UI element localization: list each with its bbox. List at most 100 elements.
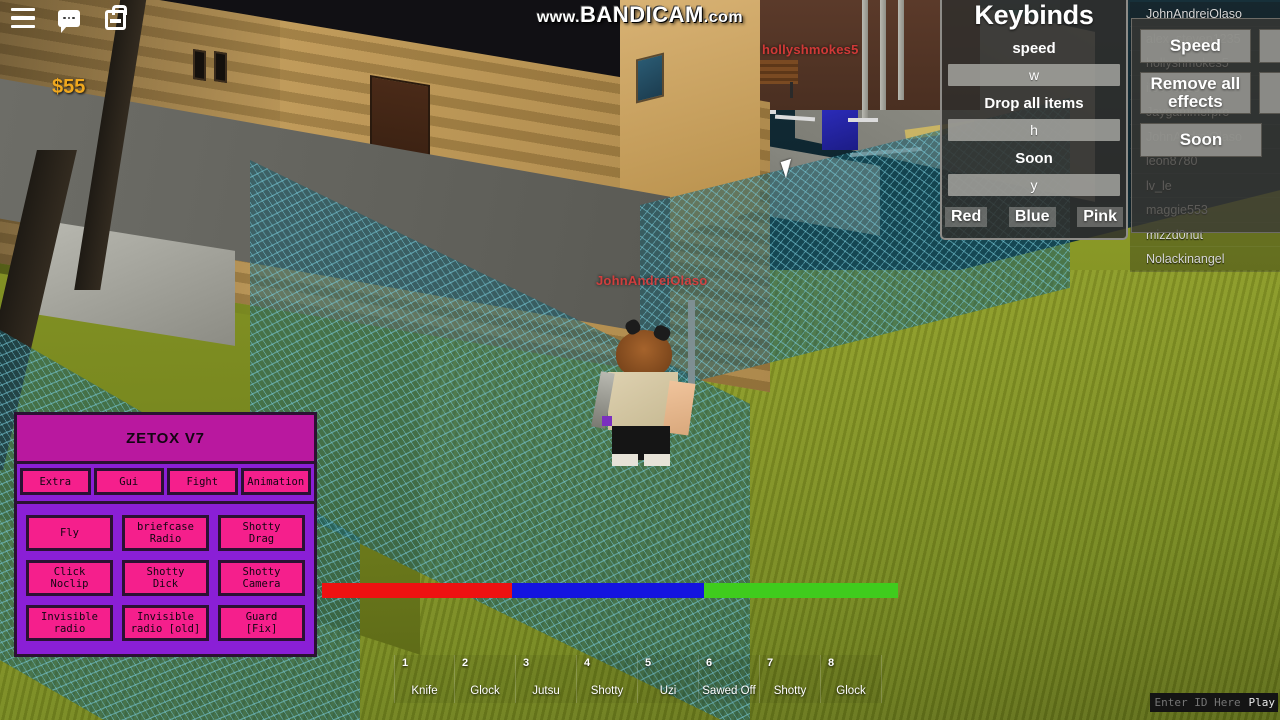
zetox-panel: ZETOX V7 Extra Gui Fight Animation Fly b… [14,412,317,657]
zetox-title: ZETOX V7 [17,415,314,464]
keybind-label-speed: speed [1012,40,1056,57]
scene-window [193,48,206,82]
hotbar-slot-2[interactable]: 2 Glock [455,655,516,703]
roblox-topbar [8,4,130,33]
scene-pole [862,0,868,120]
cash-display: $55 [52,76,86,98]
tab-extra[interactable]: Extra [20,468,91,495]
keybinds-panel: Keybinds speed w Drop all items h Soon y… [940,0,1128,240]
speed-button[interactable]: Speed [1140,29,1251,63]
zetox-button-shotty-camera[interactable]: Shotty Camera [218,560,305,596]
character-shoe [644,454,670,466]
chat-dot [72,16,75,20]
zetox-button-invisible-radio[interactable]: Invisible radio [26,605,113,641]
scene-window [636,52,664,104]
hotbar-slot-number: 8 [828,657,835,669]
keybind-label-drop-all-items: Drop all items [984,95,1084,112]
hotbar-slot-number: 1 [402,657,409,669]
zetox-button-briefcase-radio[interactable]: briefcase Radio [122,515,209,551]
chat-dot [67,16,71,20]
world-nametag: JohnAndreiOlaso [596,273,708,288]
soon-button[interactable]: Soon [1140,122,1262,157]
chat-bubble-shape [58,9,80,33]
hamburger-menu-icon[interactable] [8,4,38,32]
zetox-button-click-noclip[interactable]: Click Noclip [26,560,113,596]
hotbar-slot-7[interactable]: 7 Shotty [760,655,821,703]
offscreen-button[interactable] [1258,29,1280,63]
scene-pole [898,0,904,100]
hotbar-slot-label: Sawed Off [702,685,756,697]
scene-window [214,50,227,84]
hamburger-line [11,24,35,29]
color-bar-green[interactable] [704,583,898,598]
character-shoe [612,454,638,466]
hotbar-slot-3[interactable]: 3 Jutsu [516,655,577,703]
scene-pole [880,0,886,110]
hotbar-slot-label: Glock [836,685,866,697]
backpack-icon[interactable] [100,4,130,32]
keybinds-title: Keybinds [974,0,1094,30]
hamburger-line [11,16,35,20]
id-input[interactable] [1149,693,1246,712]
zetox-tab-row: Extra Gui Fight Animation [17,464,314,495]
backpack-shape [104,5,127,30]
hotbar-slot-number: 5 [645,657,652,669]
side-button-panel: Speed Remove all effects Soon [1131,18,1280,233]
zetox-button-shotty-dick[interactable]: Shotty Dick [122,560,209,596]
zetox-button-grid: Fly briefcase Radio Shotty Drag Click Nocli… [17,504,314,654]
scene-marking [848,118,878,122]
color-bar-blue[interactable] [512,583,704,598]
zetox-button-invisible-radio-old[interactable]: Invisible radio [old] [122,605,209,641]
hotbar-slot-label: Uzi [659,685,677,697]
scene-bench-leg [790,82,793,98]
tab-gui[interactable]: Gui [93,468,164,495]
hotbar-slot-1[interactable]: 1 Knife [394,655,455,703]
player-list-item[interactable]: Nolackinangel [1130,247,1280,272]
chat-bubble-icon[interactable] [54,4,84,33]
zetox-button-guard-fix[interactable]: Guard [Fix] [218,605,305,641]
remove-all-effects-button[interactable]: Remove all effects [1140,72,1251,114]
color-button-blue[interactable]: Blue [1008,207,1056,227]
play-button[interactable]: Play [1245,693,1278,712]
chat-dot [63,16,66,20]
hotbar-slot-label: Knife [411,685,438,697]
tab-animation[interactable]: Animation [240,468,311,495]
hotbar-slot-number: 7 [767,657,774,669]
hamburger-line [11,7,35,12]
hotbar-slot-label: Shotty [773,685,807,697]
hotbar-slot-label: Jutsu [532,685,560,697]
character-accessory [602,416,612,426]
color-button-red[interactable]: Red [945,207,988,227]
keybind-input-soon[interactable]: y [948,174,1120,196]
music-id-bar: Play [1149,693,1278,712]
color-button-pink[interactable]: Pink [1077,207,1123,227]
offscreen-button[interactable] [1258,72,1280,114]
hotbar-slot-8[interactable]: 8 Glock [821,655,882,703]
keybinds-color-row: Red Blue Pink [945,207,1123,227]
color-bar-red[interactable] [322,583,512,598]
keybind-label-soon: Soon [1015,150,1053,167]
hotbar: 1 Knife 2 Glock 3 Jutsu 4 Shotty 5 Uzi 6… [394,655,882,703]
color-bar-group [322,583,898,598]
keybind-input-drop-all-items[interactable]: h [948,119,1120,141]
zetox-button-shotty-drag[interactable]: Shotty Drag [218,515,305,551]
hotbar-slot-number: 2 [462,657,469,669]
hotbar-slot-6[interactable]: 6 Sawed Off [699,655,760,703]
hotbar-slot-number: 4 [584,657,591,669]
tab-fight[interactable]: Fight [167,468,238,495]
side-button-row: Remove all effects [1140,72,1280,114]
player-character [590,317,700,470]
game-screen: hollyshmokes5 JohnAndreiOlaso www.BANDIC… [0,0,1280,720]
side-button-row: Speed [1140,29,1280,63]
hotbar-slot-number: 6 [706,657,713,669]
scene-blue-object [822,110,858,150]
zetox-button-fly[interactable]: Fly [26,515,113,551]
keybind-input-speed[interactable]: w [948,64,1120,86]
hotbar-slot-label: Shotty [590,685,624,697]
world-nametag: hollyshmokes5 [762,42,859,57]
hotbar-slot-label: Glock [470,685,500,697]
hotbar-slot-5[interactable]: 5 Uzi [638,655,699,703]
side-button-row: Soon [1140,122,1280,157]
hotbar-slot-number: 3 [523,657,530,669]
hotbar-slot-4[interactable]: 4 Shotty [577,655,638,703]
